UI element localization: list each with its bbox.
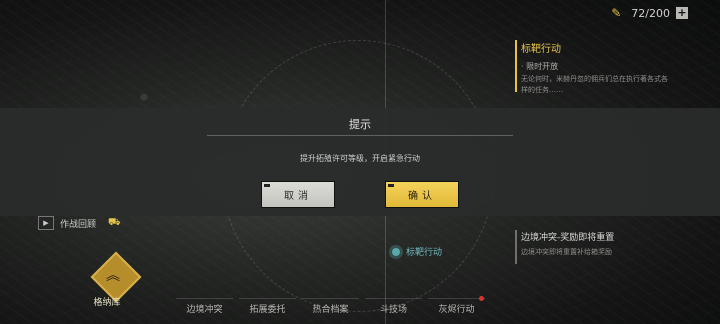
button-corner-icon bbox=[388, 184, 394, 187]
cancel-button[interactable]: 取消 bbox=[261, 181, 335, 208]
cancel-button-label: 取消 bbox=[284, 191, 312, 202]
play-icon: ▶ bbox=[38, 216, 54, 230]
map-target-label: 标靶行动 bbox=[406, 248, 443, 258]
nav-item-ash-operation[interactable]: 灰烬行动 bbox=[428, 296, 485, 315]
dialog-title: 提示 bbox=[349, 118, 371, 131]
chevron-emblem-icon: ︽ bbox=[106, 268, 120, 284]
mission-panel[interactable]: 边境冲突-奖励即将重置 边境冲突即将重置补给箱奖励 bbox=[515, 230, 687, 264]
notification-dot-icon bbox=[479, 296, 484, 301]
button-corner-icon bbox=[264, 184, 270, 187]
dialog-divider bbox=[207, 135, 513, 136]
mission-description: 边境冲突即将重置补给箱奖励 bbox=[521, 248, 612, 256]
hangar-label: 格纳库 bbox=[93, 298, 121, 308]
mission-accent-bar bbox=[515, 230, 517, 264]
battle-replay-label: 作战回顾 bbox=[60, 219, 97, 230]
resource-bar: ✎ 72/200 + bbox=[611, 6, 688, 20]
target-marker-icon bbox=[392, 247, 400, 256]
map-target-marker[interactable]: 标靶行动 bbox=[392, 245, 442, 258]
nav-item-expansion-commission[interactable]: 拓展委托 bbox=[239, 298, 296, 315]
mech-icon[interactable]: ⛟ bbox=[108, 217, 121, 230]
nav-item-arena[interactable]: 斗技场 bbox=[365, 298, 422, 315]
quest-description: 无论何时，米赫丹忽的佣兵们总在执行著各式各样的任务…… bbox=[521, 75, 668, 94]
bottom-nav: 边境冲突 拓展委托 热合档案 斗技场 灰烬行动 bbox=[176, 296, 491, 315]
confirm-button-label: 确认 bbox=[408, 191, 436, 202]
mission-title: 边境冲突-奖励即将重置 bbox=[521, 233, 615, 243]
nav-item-border-conflict[interactable]: 边境冲突 bbox=[176, 298, 233, 315]
quest-accent-bar bbox=[515, 40, 517, 92]
nav-item-archive[interactable]: 热合档案 bbox=[302, 298, 359, 315]
quest-title: 标靶行动 bbox=[521, 44, 561, 55]
add-resource-button[interactable]: + bbox=[676, 7, 688, 19]
dialog-message: 提升拓殖许可等级，开启紧急行动 bbox=[300, 154, 420, 163]
quest-subtitle: · 限时开放 bbox=[521, 62, 559, 71]
hangar-button[interactable]: ︽ 格纳库 bbox=[84, 251, 144, 317]
wrench-icon: ✎ bbox=[611, 6, 622, 20]
nav-item-ash-operation-label: 灰烬行动 bbox=[438, 305, 475, 315]
confirm-button[interactable]: 确认 bbox=[385, 181, 459, 208]
resource-count: 72/200 bbox=[631, 6, 670, 20]
battle-replay-button[interactable]: ▶ 作战回顾 ⛟ bbox=[38, 216, 121, 230]
quest-panel[interactable]: 标靶行动 · 限时开放 无论何时，米赫丹忽的佣兵们总在执行著各式各样的任务…… bbox=[515, 40, 687, 96]
game-map-screen: ✎ 72/200 + 标靶行动 · 限时开放 无论何时，米赫丹忽的佣兵们总在执行… bbox=[0, 0, 720, 324]
